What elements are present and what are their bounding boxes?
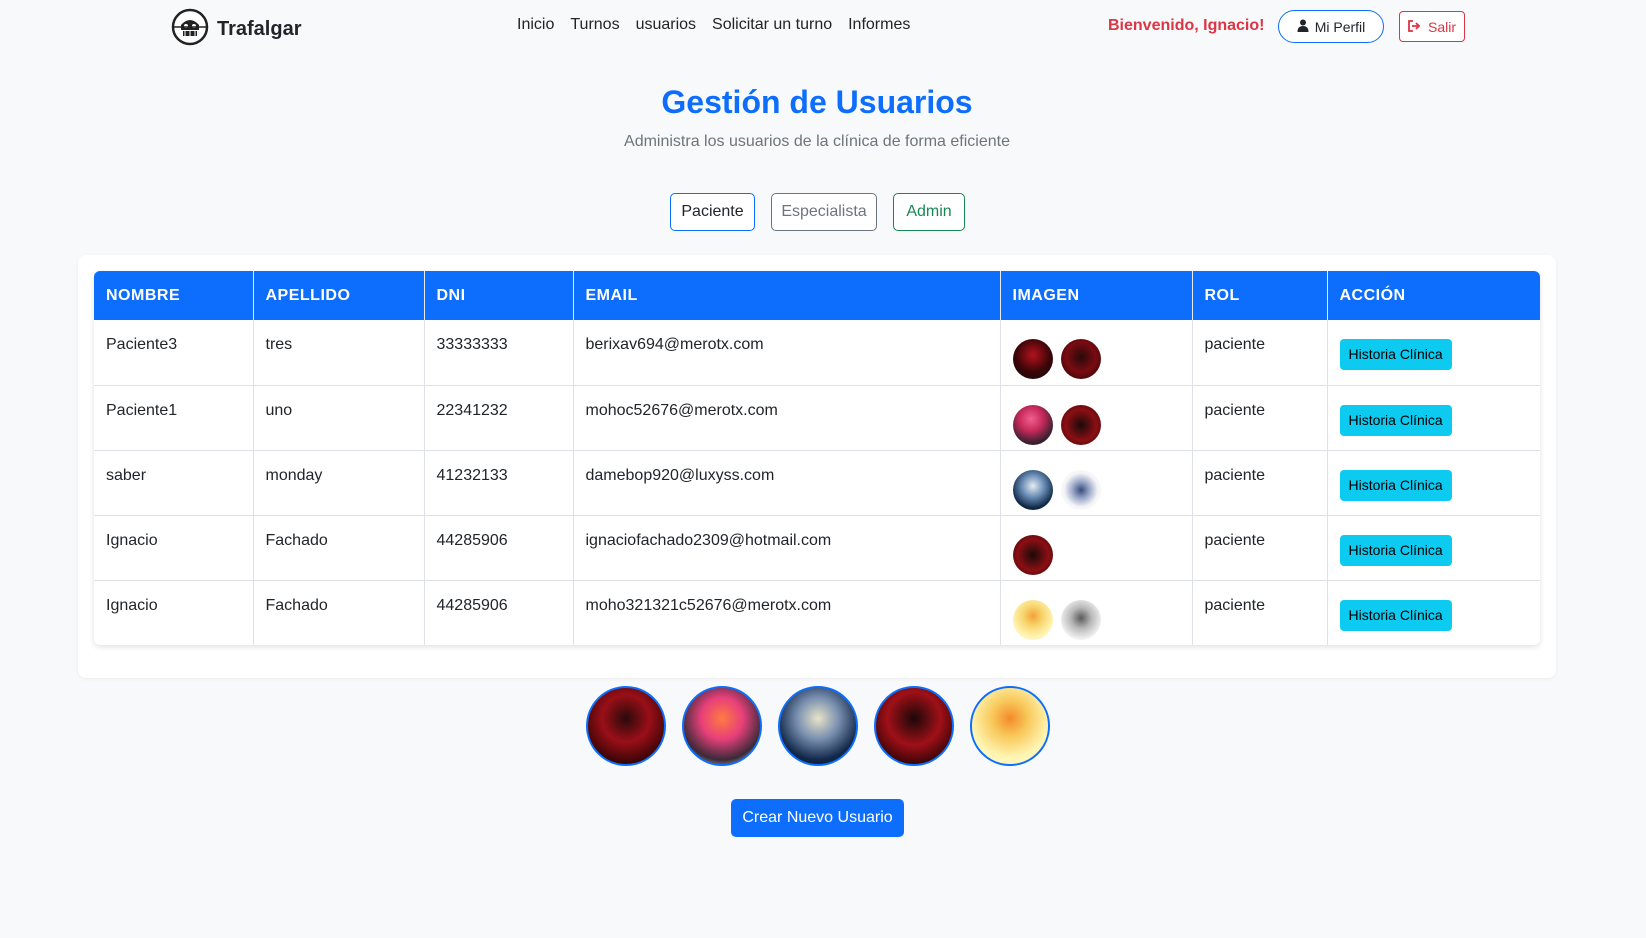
historia-clinica-button[interactable]: Historia Clínica xyxy=(1339,599,1452,631)
nav-link-usuarios[interactable]: usuarios xyxy=(636,16,696,34)
cell-dni: 44285906 xyxy=(424,515,574,580)
profile-button-label: Mi Perfil xyxy=(1314,18,1366,35)
column-header-email: EMAIL xyxy=(573,271,1001,320)
user-avatar-circle[interactable] xyxy=(586,686,666,766)
cell-email: berixav694@merotx.com xyxy=(573,320,1001,385)
cell-dni: 33333333 xyxy=(424,320,574,385)
sign-out-icon xyxy=(1408,19,1422,35)
page-title: Gestión de Usuarios xyxy=(661,84,973,120)
user-avatar xyxy=(1060,404,1101,445)
jolly-roger-icon xyxy=(171,8,209,51)
historia-clinica-button[interactable]: Historia Clínica xyxy=(1339,404,1452,436)
cell-rol: paciente xyxy=(1192,580,1328,645)
cell-accion: Historia Clínica xyxy=(1327,580,1540,645)
user-avatar-circle[interactable] xyxy=(778,686,858,766)
page-subtitle: Administra los usuarios de la clínica de… xyxy=(624,133,1010,150)
create-user-button[interactable]: Crear Nuevo Usuario xyxy=(731,799,904,837)
user-icon xyxy=(1297,19,1309,35)
filter-admin-button[interactable]: Admin xyxy=(893,193,965,231)
cell-nombre: Paciente3 xyxy=(94,320,254,385)
historia-clinica-button[interactable]: Historia Clínica xyxy=(1339,469,1452,501)
table-row: Paciente3 tres 33333333 berixav694@merot… xyxy=(94,320,1540,385)
column-header-imagen: IMAGEN xyxy=(1000,271,1193,320)
column-header-rol: ROL xyxy=(1192,271,1328,320)
column-header-nombre: NOMBRE xyxy=(94,271,254,320)
cell-rol: paciente xyxy=(1192,320,1328,385)
cell-nombre: Ignacio xyxy=(94,515,254,580)
profile-button[interactable]: Mi Perfil xyxy=(1278,10,1384,43)
table-row: Paciente1 uno 22341232 mohoc52676@merotx… xyxy=(94,385,1540,450)
cell-email: moho321321c52676@merotx.com xyxy=(573,580,1001,645)
cell-imagen xyxy=(1000,580,1193,645)
user-avatar xyxy=(1060,599,1101,640)
nav-links: Inicio Turnos usuarios Solicitar un turn… xyxy=(517,16,910,34)
user-avatar-circle[interactable] xyxy=(970,686,1050,766)
cell-nombre: Ignacio xyxy=(94,580,254,645)
user-avatar xyxy=(1060,339,1101,379)
table-row: Ignacio Fachado 44285906 ignaciofachado2… xyxy=(94,515,1540,580)
table-header-row: NOMBRE APELLIDO DNI EMAIL IMAGEN ROL ACC… xyxy=(94,271,1540,320)
filter-especialista-button[interactable]: Especialista xyxy=(771,193,877,231)
cell-dni: 41232133 xyxy=(424,450,574,515)
cell-apellido: Fachado xyxy=(253,580,425,645)
cell-accion: Historia Clínica xyxy=(1327,515,1540,580)
role-filters: Paciente Especialista Admin xyxy=(670,193,965,231)
user-avatar xyxy=(1012,534,1053,575)
user-avatar xyxy=(1012,339,1053,379)
filter-paciente-button[interactable]: Paciente xyxy=(670,193,755,231)
cell-apellido: tres xyxy=(253,320,425,385)
cell-nombre: saber xyxy=(94,450,254,515)
cell-apellido: Fachado xyxy=(253,515,425,580)
cell-imagen xyxy=(1000,450,1193,515)
users-table: NOMBRE APELLIDO DNI EMAIL IMAGEN ROL ACC… xyxy=(94,271,1540,645)
user-avatar-circle[interactable] xyxy=(874,686,954,766)
nav-link-informes[interactable]: Informes xyxy=(848,16,910,34)
brand-name: Trafalgar xyxy=(217,18,302,40)
nav-link-inicio[interactable]: Inicio xyxy=(517,16,554,34)
cell-rol: paciente xyxy=(1192,385,1328,450)
nav-link-solicitar-turno[interactable]: Solicitar un turno xyxy=(712,16,832,34)
cell-apellido: monday xyxy=(253,450,425,515)
historia-clinica-button[interactable]: Historia Clínica xyxy=(1339,534,1452,566)
cell-email: ignaciofachado2309@hotmail.com xyxy=(573,515,1001,580)
logout-button[interactable]: Salir xyxy=(1399,11,1465,42)
cell-nombre: Paciente1 xyxy=(94,385,254,450)
cell-accion: Historia Clínica xyxy=(1327,320,1540,385)
historia-clinica-button[interactable]: Historia Clínica xyxy=(1339,339,1452,370)
user-avatar xyxy=(1060,469,1101,510)
table-row: Ignacio Fachado 44285906 moho321321c5267… xyxy=(94,580,1540,645)
cell-dni: 44285906 xyxy=(424,580,574,645)
user-avatar-list xyxy=(586,686,1050,766)
user-avatar xyxy=(1012,469,1053,510)
column-header-dni: DNI xyxy=(424,271,574,320)
cell-email: damebop920@luxyss.com xyxy=(573,450,1001,515)
navbar: Trafalgar Inicio Turnos usuarios Solicit… xyxy=(0,0,1646,52)
column-header-accion: ACCIÓN xyxy=(1339,286,1406,304)
table-row: saber monday 41232133 damebop920@luxyss.… xyxy=(94,450,1540,515)
brand[interactable]: Trafalgar xyxy=(171,8,301,51)
cell-imagen xyxy=(1000,320,1193,385)
cell-rol: paciente xyxy=(1192,515,1328,580)
logout-button-label: Salir xyxy=(1427,18,1456,35)
user-avatar xyxy=(1012,599,1053,640)
cell-accion: Historia Clínica xyxy=(1327,450,1540,515)
user-avatar-circle[interactable] xyxy=(682,686,762,766)
user-avatar xyxy=(1012,404,1053,445)
nav-link-turnos[interactable]: Turnos xyxy=(570,16,619,34)
cell-imagen xyxy=(1000,385,1193,450)
column-header-apellido: APELLIDO xyxy=(253,271,425,320)
cell-imagen xyxy=(1000,515,1193,580)
users-card: NOMBRE APELLIDO DNI EMAIL IMAGEN ROL ACC… xyxy=(78,255,1556,678)
cell-apellido: uno xyxy=(253,385,425,450)
welcome-message: Bienvenido, Ignacio! xyxy=(1108,17,1265,34)
cell-dni: 22341232 xyxy=(424,385,574,450)
cell-rol: paciente xyxy=(1192,450,1328,515)
cell-accion: Historia Clínica xyxy=(1327,385,1540,450)
cell-email: mohoc52676@merotx.com xyxy=(573,385,1001,450)
